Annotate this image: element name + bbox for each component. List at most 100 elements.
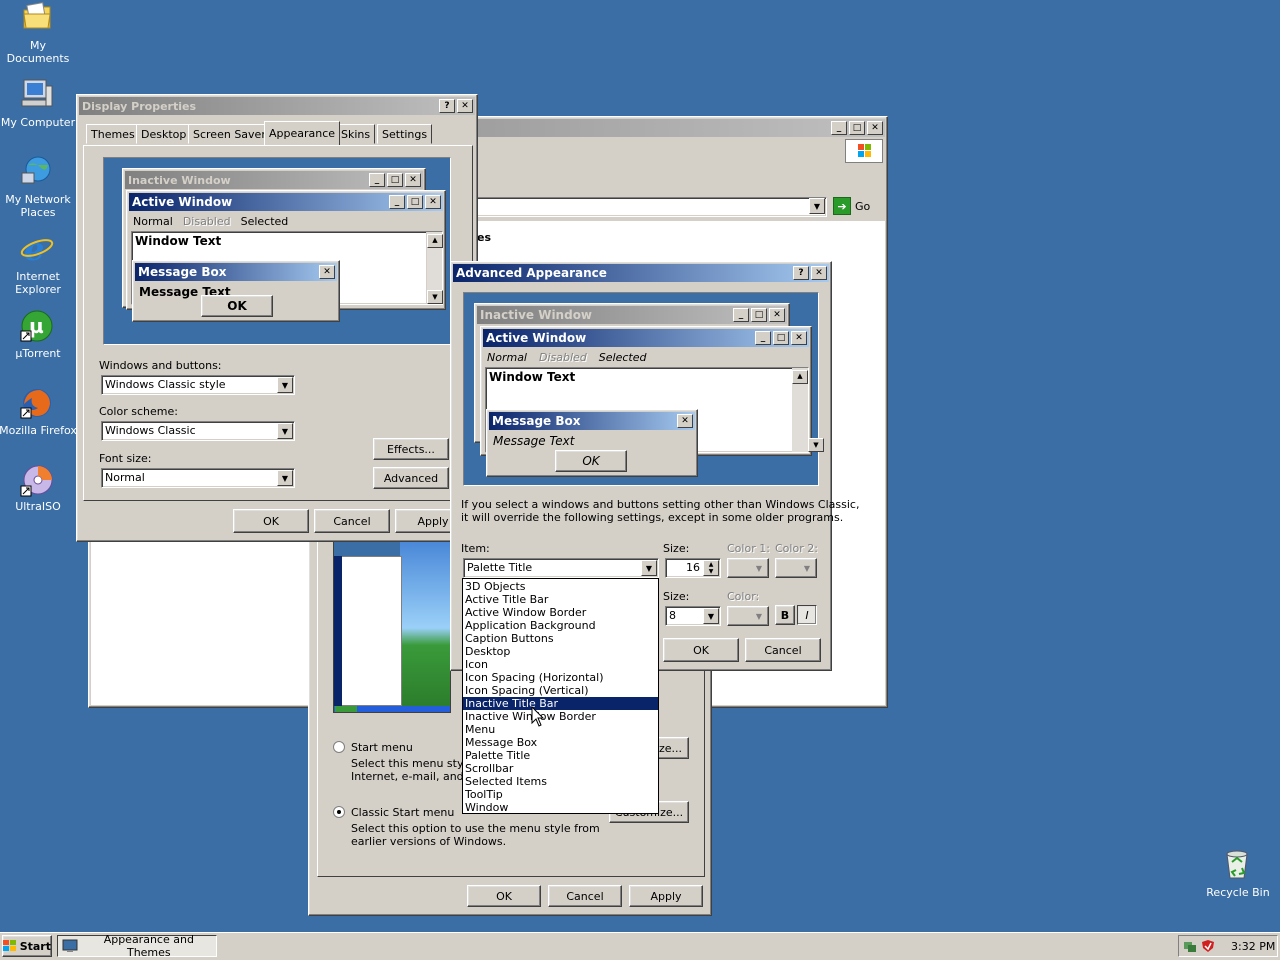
classic-start-description: Select this option to use the menu style… xyxy=(351,822,600,835)
color1-label: Color 1: xyxy=(727,542,770,555)
appearance-preview: Inactive Window _ □ ✕ Active Window _ □ ✕ No… xyxy=(103,157,451,345)
advanced-preview: Inactive Window _ □ ✕ Active Window _ □ ✕ No… xyxy=(463,292,824,486)
start-menu-label: Start menu xyxy=(351,741,413,754)
chevron-down-icon[interactable]: ▼ xyxy=(277,377,293,393)
dropdown-item[interactable]: Desktop xyxy=(463,645,658,658)
tab-themes[interactable]: Themes xyxy=(86,124,140,144)
tab-screen-saver[interactable]: Screen Saver xyxy=(188,124,271,144)
ok-button[interactable]: OK xyxy=(467,885,541,907)
window-title: Advanced Appearance xyxy=(456,266,607,280)
content-text: es xyxy=(477,231,492,244)
svg-text:e: e xyxy=(24,232,44,264)
display-properties-dialog[interactable]: Display Properties ? ✕ Inactive Window _ □… xyxy=(76,94,478,542)
clock[interactable]: 3:32 PM xyxy=(1231,940,1275,953)
tab-skins[interactable]: Skins xyxy=(336,124,376,144)
dropdown-item[interactable]: Selected Items xyxy=(463,775,658,788)
ok-button[interactable]: OK xyxy=(663,638,739,662)
color1-button[interactable]: ▼ xyxy=(727,558,769,578)
explorer-title-buttons: _ □ ✕ xyxy=(829,121,883,135)
effects-button[interactable]: Effects... xyxy=(373,438,449,460)
dropdown-item[interactable]: Palette Title xyxy=(463,749,658,762)
color-scheme-select[interactable]: Windows Classic ▼ xyxy=(101,421,295,441)
close-icon[interactable]: ✕ xyxy=(867,121,883,135)
chevron-down-icon: ▼ xyxy=(755,563,763,573)
item-select[interactable]: Palette Title ▼ xyxy=(463,558,659,578)
dropdown-item[interactable]: Inactive Window Border xyxy=(463,710,658,723)
advanced-button[interactable]: Advanced xyxy=(373,467,449,489)
dropdown-item[interactable]: Message Box xyxy=(463,736,658,749)
network-tray-icon[interactable] xyxy=(1183,939,1197,953)
recycle-bin-icon xyxy=(1222,848,1252,880)
maximize-icon[interactable]: □ xyxy=(849,121,865,135)
close-icon[interactable]: ✕ xyxy=(457,99,473,113)
ok-button[interactable]: OK xyxy=(233,509,309,533)
tab-appearance[interactable]: Appearance xyxy=(264,121,341,145)
utorrent-icon: µ xyxy=(20,309,54,343)
apply-button[interactable]: Apply xyxy=(629,885,703,907)
dropdown-item[interactable]: Active Window Border xyxy=(463,606,658,619)
font-color-button[interactable]: ▼ xyxy=(727,606,769,626)
dropdown-item[interactable]: 3D Objects xyxy=(463,580,658,593)
tab-desktop[interactable]: Desktop xyxy=(136,124,192,144)
chevron-down-icon[interactable]: ▼ xyxy=(703,608,719,624)
internet-explorer-icon: e xyxy=(20,230,54,268)
info-text: it will override the following settings,… xyxy=(461,511,844,524)
minimize-icon[interactable]: _ xyxy=(831,121,847,135)
folder-icon xyxy=(22,2,52,30)
dropdown-item[interactable]: Icon xyxy=(463,658,658,671)
icon-label: Internet xyxy=(16,270,60,283)
dropdown-item[interactable]: Icon Spacing (Vertical) xyxy=(463,684,658,697)
font-size-select[interactable]: Normal ▼ xyxy=(101,468,295,488)
security-shield-icon[interactable] xyxy=(1201,939,1215,953)
color2-button[interactable]: ▼ xyxy=(775,558,817,578)
start-button[interactable]: Start xyxy=(2,935,52,957)
chevron-down-icon[interactable]: ▼ xyxy=(641,560,657,576)
computer-icon xyxy=(20,78,54,110)
item-label: Item: xyxy=(461,542,490,555)
cancel-button[interactable]: Cancel xyxy=(745,638,821,662)
size-spinner[interactable]: 16 ▲ ▼ xyxy=(665,558,721,578)
help-icon[interactable]: ? xyxy=(439,99,455,113)
start-menu-radio[interactable] xyxy=(333,741,345,753)
go-button[interactable]: ➔ Go xyxy=(833,197,870,215)
chevron-down-icon[interactable]: ▼ xyxy=(277,423,293,439)
bold-button[interactable]: B xyxy=(775,605,795,625)
dropdown-item[interactable]: Scrollbar xyxy=(463,762,658,775)
windows-logo-icon xyxy=(3,940,16,951)
preview-message-box: Message Box ✕ Message Text OK xyxy=(132,260,340,322)
cancel-button[interactable]: Cancel xyxy=(314,509,390,533)
font-color-label: Color: xyxy=(727,590,760,603)
font-size-label: Size: xyxy=(663,590,690,603)
dropdown-item[interactable]: Window xyxy=(463,801,658,814)
icon-label: Explorer xyxy=(15,283,61,296)
dropdown-item[interactable]: Inactive Title Bar xyxy=(463,697,658,710)
chevron-down-icon[interactable]: ▼ xyxy=(277,470,293,486)
chevron-down-icon[interactable]: ▼ xyxy=(809,198,825,214)
dropdown-item[interactable]: Caption Buttons xyxy=(463,632,658,645)
help-icon[interactable]: ? xyxy=(793,266,809,280)
icon-label: Mozilla Firefox xyxy=(0,424,77,437)
cancel-button[interactable]: Cancel xyxy=(548,885,622,907)
italic-button[interactable]: I xyxy=(797,605,817,625)
tab-settings[interactable]: Settings xyxy=(377,124,433,144)
font-size-label: Font size: xyxy=(99,452,152,465)
dropdown-item[interactable]: Menu xyxy=(463,723,658,736)
window-title: Display Properties xyxy=(82,99,197,113)
font-size-select[interactable]: 8 ▼ xyxy=(665,606,721,626)
windows-buttons-select[interactable]: Windows Classic style ▼ xyxy=(101,375,295,395)
classic-start-label: Classic Start menu xyxy=(351,806,455,819)
color-scheme-label: Color scheme: xyxy=(99,405,178,418)
dropdown-item[interactable]: Icon Spacing (Horizontal) xyxy=(463,671,658,684)
icon-label: UltraISO xyxy=(15,500,61,513)
taskbar-item-appearance[interactable]: Appearance and Themes xyxy=(57,933,217,959)
spinner-icon[interactable]: ▲ ▼ xyxy=(703,560,719,576)
dropdown-item[interactable]: Active Title Bar xyxy=(463,593,658,606)
close-icon[interactable]: ✕ xyxy=(811,266,827,280)
dropdown-item[interactable]: ToolTip xyxy=(463,788,658,801)
classic-start-radio[interactable] xyxy=(333,806,345,818)
icon-label: Recycle Bin xyxy=(1206,886,1270,899)
firefox-icon xyxy=(20,386,54,420)
icon-label: Places xyxy=(20,206,56,219)
item-dropdown-list[interactable]: 3D Objects Active Title Bar Active Window … xyxy=(462,578,659,814)
dropdown-item[interactable]: Application Background xyxy=(463,619,658,632)
